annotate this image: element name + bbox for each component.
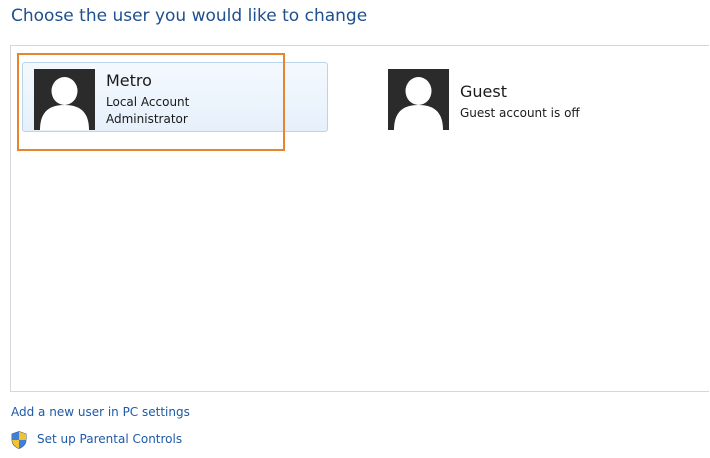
add-user-link[interactable]: Add a new user in PC settings <box>11 405 190 419</box>
account-tile-guest[interactable]: Guest Guest account is off <box>381 62 681 132</box>
account-role: Administrator <box>106 112 188 126</box>
user-avatar-icon <box>34 69 95 130</box>
uac-shield-icon <box>11 431 27 449</box>
account-name: Metro <box>106 71 152 90</box>
page-title: Choose the user you would like to change <box>11 6 368 26</box>
account-status: Guest account is off <box>460 106 580 120</box>
account-type: Local Account <box>106 95 190 109</box>
accounts-panel: Metro Local Account Administrator Guest … <box>10 45 709 392</box>
parental-controls-link[interactable]: Set up Parental Controls <box>37 432 182 446</box>
user-avatar-icon <box>388 69 449 130</box>
account-name: Guest <box>460 82 507 101</box>
account-tile-metro[interactable]: Metro Local Account Administrator <box>22 62 328 132</box>
